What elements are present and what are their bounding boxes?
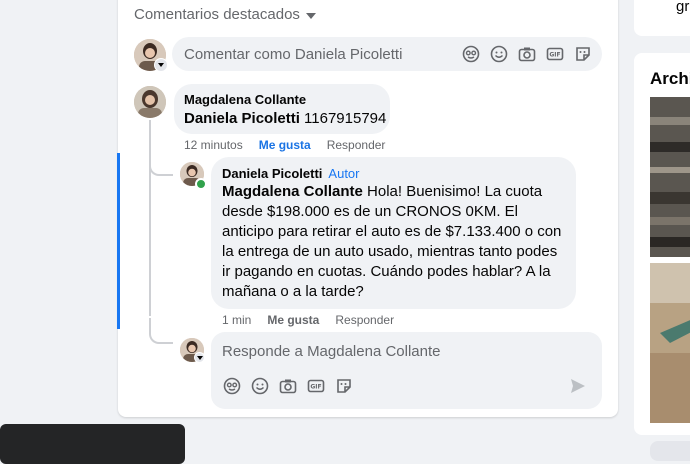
archive-photo[interactable] bbox=[650, 263, 690, 423]
send-icon[interactable] bbox=[569, 377, 587, 399]
gif-icon[interactable]: GIF bbox=[546, 45, 564, 63]
thread-connector bbox=[149, 318, 173, 344]
emoji-icon[interactable] bbox=[251, 377, 269, 395]
comment-composer[interactable]: Comentar como Daniela Picoletti GIF bbox=[172, 37, 602, 71]
emoji-icon[interactable] bbox=[490, 45, 508, 63]
sidebar-card-archive: Archi bbox=[634, 53, 690, 435]
magdalena-avatar[interactable] bbox=[134, 86, 166, 118]
tagged-user[interactable]: Daniela Picoletti bbox=[184, 110, 300, 127]
reply-like-button[interactable]: Me gusta bbox=[267, 313, 319, 327]
sticker-icon[interactable] bbox=[335, 377, 353, 395]
reply-text: Magdalena Collante Hola! Buenisimo! La c… bbox=[222, 182, 567, 302]
reply-input[interactable]: Responde a Magdalena Collante bbox=[222, 343, 441, 360]
reply-composer[interactable]: Responde a Magdalena Collante GIF bbox=[211, 332, 602, 409]
caret-down-icon bbox=[305, 12, 316, 19]
sidebar-fragment-text: gr bbox=[676, 0, 690, 15]
reply-timestamp[interactable]: 1 min bbox=[222, 313, 251, 327]
comment-text: Daniela Picoletti 1167915794 bbox=[184, 109, 386, 129]
archive-photo[interactable] bbox=[650, 97, 690, 257]
author-badge: Autor bbox=[328, 166, 360, 181]
reply-author[interactable]: Daniela Picoletti bbox=[222, 166, 322, 181]
comment-author[interactable]: Magdalena Collante bbox=[184, 92, 306, 107]
sidebar-heading: Archi bbox=[650, 69, 690, 88]
camera-icon[interactable] bbox=[518, 45, 536, 63]
account-switch-chevron-icon[interactable] bbox=[154, 58, 168, 72]
sidebar-card-top: gr bbox=[634, 0, 690, 36]
avatar-sticker-icon[interactable] bbox=[223, 377, 241, 395]
comment-input[interactable]: Comentar como Daniela Picoletti bbox=[184, 46, 402, 63]
reply-body: Hola! Buenisimo! La cuota desde $198.000… bbox=[222, 183, 562, 300]
svg-text:GIF: GIF bbox=[310, 384, 321, 391]
svg-text:GIF: GIF bbox=[549, 52, 560, 59]
featured-comments-title: Comentarios destacados bbox=[134, 6, 300, 23]
comment-reply-button[interactable]: Responder bbox=[327, 138, 386, 152]
sticker-icon[interactable] bbox=[574, 45, 592, 63]
reply-actions: 1 min Me gusta Responder bbox=[222, 313, 394, 327]
online-status-icon bbox=[195, 178, 207, 190]
reply-bubble: Daniela Picoletti Autor Magdalena Collan… bbox=[211, 157, 576, 309]
chat-popup[interactable] bbox=[0, 424, 185, 464]
comment-bubble: Magdalena Collante Daniela Picoletti 116… bbox=[174, 84, 390, 134]
comment-like-button[interactable]: Me gusta bbox=[259, 138, 311, 152]
comment-actions: 12 minutos Me gusta Responder bbox=[184, 138, 385, 152]
highlight-bar bbox=[117, 153, 120, 329]
gif-icon[interactable]: GIF bbox=[307, 377, 325, 395]
account-switch-chevron-icon[interactable] bbox=[194, 352, 205, 363]
comment-timestamp[interactable]: 12 minutos bbox=[184, 138, 243, 152]
reply-reply-button[interactable]: Responder bbox=[335, 313, 394, 327]
sidebar-card-bottom bbox=[650, 441, 690, 461]
camera-icon[interactable] bbox=[279, 377, 297, 395]
thread-connector bbox=[149, 150, 173, 176]
avatar-sticker-icon[interactable] bbox=[462, 45, 480, 63]
comment-body: 1167915794 bbox=[299, 110, 387, 127]
tagged-user[interactable]: Magdalena Collante bbox=[222, 183, 363, 200]
featured-comments-filter[interactable]: Comentarios destacados bbox=[134, 6, 316, 23]
